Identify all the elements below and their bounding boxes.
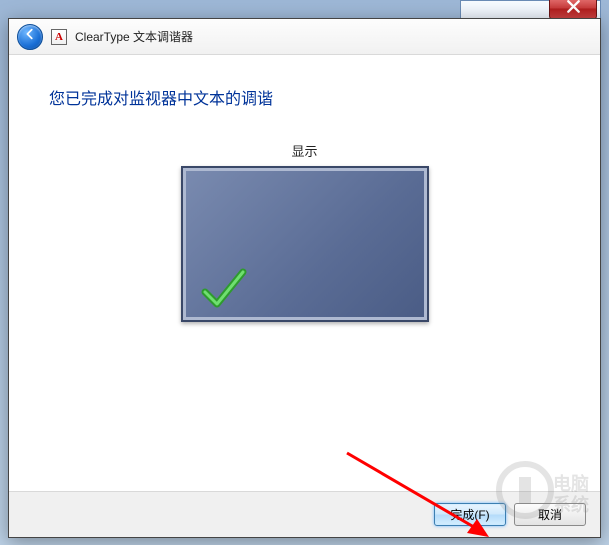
wizard-body: 您已完成对监视器中文本的调谐 显示 [9, 55, 600, 491]
checkmark-icon [199, 264, 247, 312]
page-headline: 您已完成对监视器中文本的调谐 [49, 85, 560, 109]
cleartype-wizard-window: A ClearType 文本调谐器 您已完成对监视器中文本的调谐 显示 完成(F… [8, 18, 601, 538]
app-icon: A [51, 29, 67, 45]
wizard-footer: 完成(F) 取消 [9, 491, 600, 537]
cancel-button[interactable]: 取消 [514, 503, 586, 526]
parent-close-button[interactable] [549, 0, 597, 20]
close-icon [567, 0, 580, 18]
wizard-header: A ClearType 文本调谐器 [9, 19, 600, 55]
monitor-label: 显示 [49, 141, 560, 160]
back-arrow-icon [23, 27, 37, 46]
monitor-preview [181, 166, 429, 322]
window-title: ClearType 文本调谐器 [75, 28, 193, 45]
back-button[interactable] [17, 24, 43, 50]
monitor-preview-area: 显示 [49, 141, 560, 322]
finish-button[interactable]: 完成(F) [434, 503, 506, 526]
